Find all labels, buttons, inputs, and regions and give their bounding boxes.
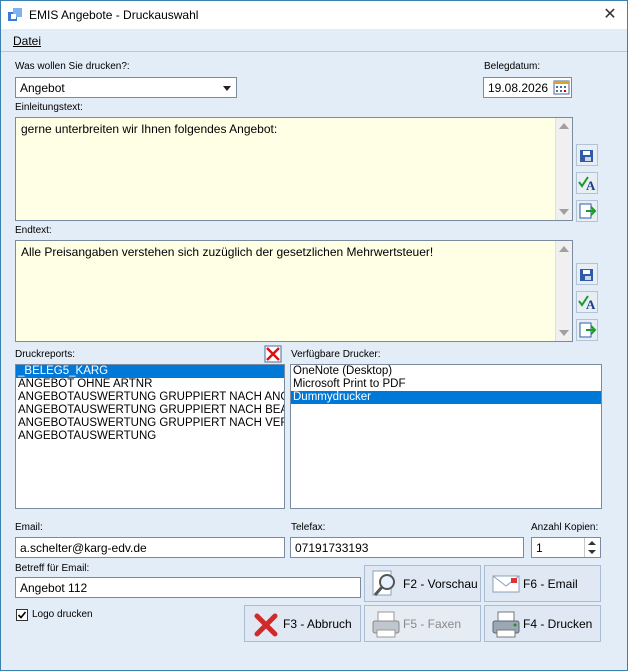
list-item[interactable]: _BELEG5_KARG bbox=[16, 365, 284, 378]
end-textarea[interactable]: Alle Preisangaben verstehen sich zuzügli… bbox=[15, 240, 573, 342]
email-value: a.schelter@karg-edv.de bbox=[20, 541, 147, 555]
cancel-label: F3 - Abbruch bbox=[283, 616, 352, 631]
chevron-down-icon[interactable] bbox=[218, 78, 236, 97]
email-field[interactable]: a.schelter@karg-edv.de bbox=[15, 537, 285, 558]
intro-spellcheck-button[interactable]: A bbox=[576, 172, 598, 194]
fax-label: Telefax: bbox=[291, 522, 326, 533]
print-dialog-window: EMIS Angebote - Druckauswahl ✕ Datei Was… bbox=[0, 0, 628, 671]
list-item[interactable]: ANGEBOTAUSWERTUNG GRUPPIERT NACH ANGEL bbox=[16, 391, 284, 404]
list-item[interactable]: OneNote (Desktop) bbox=[291, 365, 601, 378]
beleg-date-label: Belegdatum: bbox=[484, 61, 541, 72]
printers-listbox[interactable]: OneNote (Desktop) Microsoft Print to PDF… bbox=[290, 364, 602, 509]
end-text-value: Alle Preisangaben verstehen sich zuzügli… bbox=[21, 245, 434, 259]
cancel-button[interactable]: F3 - Abbruch bbox=[244, 605, 361, 642]
reports-listbox[interactable]: _BELEG5_KARG ANGEBOT OHNE ARTNR ANGEBOTA… bbox=[15, 364, 285, 509]
intro-text-label: Einleitungstext: bbox=[15, 102, 83, 113]
load-text-icon bbox=[579, 322, 597, 338]
fax-label-text: F5 - Faxen bbox=[403, 616, 462, 631]
scroll-up-icon[interactable] bbox=[559, 123, 569, 129]
email-button-label: F6 - Email bbox=[523, 576, 578, 591]
beleg-date-value: 19.08.2026 bbox=[488, 81, 549, 95]
svg-text:A: A bbox=[586, 178, 596, 193]
print-what-dropdown[interactable]: Angebot bbox=[15, 77, 237, 98]
reports-label: Druckreports: bbox=[15, 349, 76, 360]
scroll-up-icon[interactable] bbox=[559, 246, 569, 252]
checkmark-icon bbox=[17, 611, 27, 619]
spellcheck-icon: A bbox=[578, 176, 596, 193]
copies-label: Anzahl Kopien: bbox=[531, 522, 599, 533]
subject-label: Betreff für Email: bbox=[15, 563, 90, 574]
intro-load-text-button[interactable] bbox=[576, 200, 598, 222]
subject-value: Angebot 112 bbox=[20, 581, 88, 595]
intro-save-text-button[interactable] bbox=[576, 144, 598, 166]
copies-value: 1 bbox=[536, 541, 543, 555]
title-bar: EMIS Angebote - Druckauswahl ✕ bbox=[1, 1, 627, 29]
menu-item-datei[interactable]: Datei bbox=[13, 34, 41, 48]
intro-text-value: gerne unterbreiten wir Ihnen folgendes A… bbox=[21, 122, 278, 136]
print-what-value: Angebot bbox=[20, 81, 65, 95]
save-text-icon bbox=[580, 150, 593, 162]
close-icon[interactable]: ✕ bbox=[595, 3, 625, 27]
print-label: F4 - Drucken bbox=[523, 616, 593, 631]
end-save-text-button[interactable] bbox=[576, 263, 598, 285]
svg-text:A: A bbox=[586, 297, 596, 312]
email-button[interactable]: F6 - Email bbox=[484, 565, 601, 602]
list-item[interactable]: ANGEBOTAUSWERTUNG GRUPPIERT NACH BEARBE bbox=[16, 404, 284, 417]
magnifier-icon bbox=[372, 570, 395, 596]
app-icon bbox=[8, 8, 22, 21]
cancel-x-icon bbox=[254, 613, 278, 637]
load-text-icon bbox=[579, 203, 597, 219]
delete-report-icon[interactable] bbox=[264, 345, 282, 363]
scroll-down-icon[interactable] bbox=[559, 209, 569, 215]
list-item[interactable]: ANGEBOTAUSWERTUNG GRUPPIERT NACH VERTF bbox=[16, 417, 284, 430]
printer-icon bbox=[492, 611, 520, 638]
end-scrollbar[interactable] bbox=[555, 241, 572, 341]
scroll-down-icon[interactable] bbox=[559, 330, 569, 336]
printers-label: Verfügbare Drucker: bbox=[291, 349, 381, 360]
fax-value: 07191733193 bbox=[295, 541, 369, 555]
save-text-icon bbox=[580, 269, 593, 281]
preview-button[interactable]: F2 - Vorschau bbox=[364, 565, 481, 602]
subject-field[interactable]: Angebot 112 bbox=[15, 577, 361, 598]
intro-scrollbar[interactable] bbox=[555, 118, 572, 220]
end-text-label: Endtext: bbox=[15, 225, 52, 236]
list-item[interactable]: ANGEBOT OHNE ARTNR bbox=[16, 378, 284, 391]
copies-stepper[interactable]: 1 bbox=[531, 537, 601, 558]
spellcheck-icon: A bbox=[578, 295, 596, 312]
logo-checkbox[interactable] bbox=[16, 609, 28, 621]
envelope-icon bbox=[492, 575, 520, 593]
list-item[interactable]: Microsoft Print to PDF bbox=[291, 378, 601, 391]
window-title: EMIS Angebote - Druckauswahl bbox=[29, 8, 199, 22]
end-load-text-button[interactable] bbox=[576, 319, 598, 341]
end-spellcheck-button[interactable]: A bbox=[576, 291, 598, 313]
preview-label: F2 - Vorschau bbox=[403, 576, 478, 591]
print-what-label: Was wollen Sie drucken?: bbox=[15, 61, 130, 72]
list-item[interactable]: ANGEBOTAUSWERTUNG bbox=[16, 430, 284, 443]
menu-bar: Datei bbox=[1, 29, 627, 52]
print-button[interactable]: F4 - Drucken bbox=[484, 605, 601, 642]
email-label: Email: bbox=[15, 522, 43, 533]
calendar-icon[interactable] bbox=[553, 79, 570, 95]
fax-button[interactable]: F5 - Faxen bbox=[364, 605, 481, 642]
fax-field[interactable]: 07191733193 bbox=[290, 537, 524, 558]
fax-icon bbox=[372, 611, 400, 638]
intro-textarea[interactable]: gerne unterbreiten wir Ihnen folgendes A… bbox=[15, 117, 573, 221]
list-item[interactable]: Dummydrucker bbox=[291, 391, 601, 404]
logo-label: Logo drucken bbox=[32, 609, 93, 620]
spin-buttons[interactable] bbox=[584, 538, 600, 557]
